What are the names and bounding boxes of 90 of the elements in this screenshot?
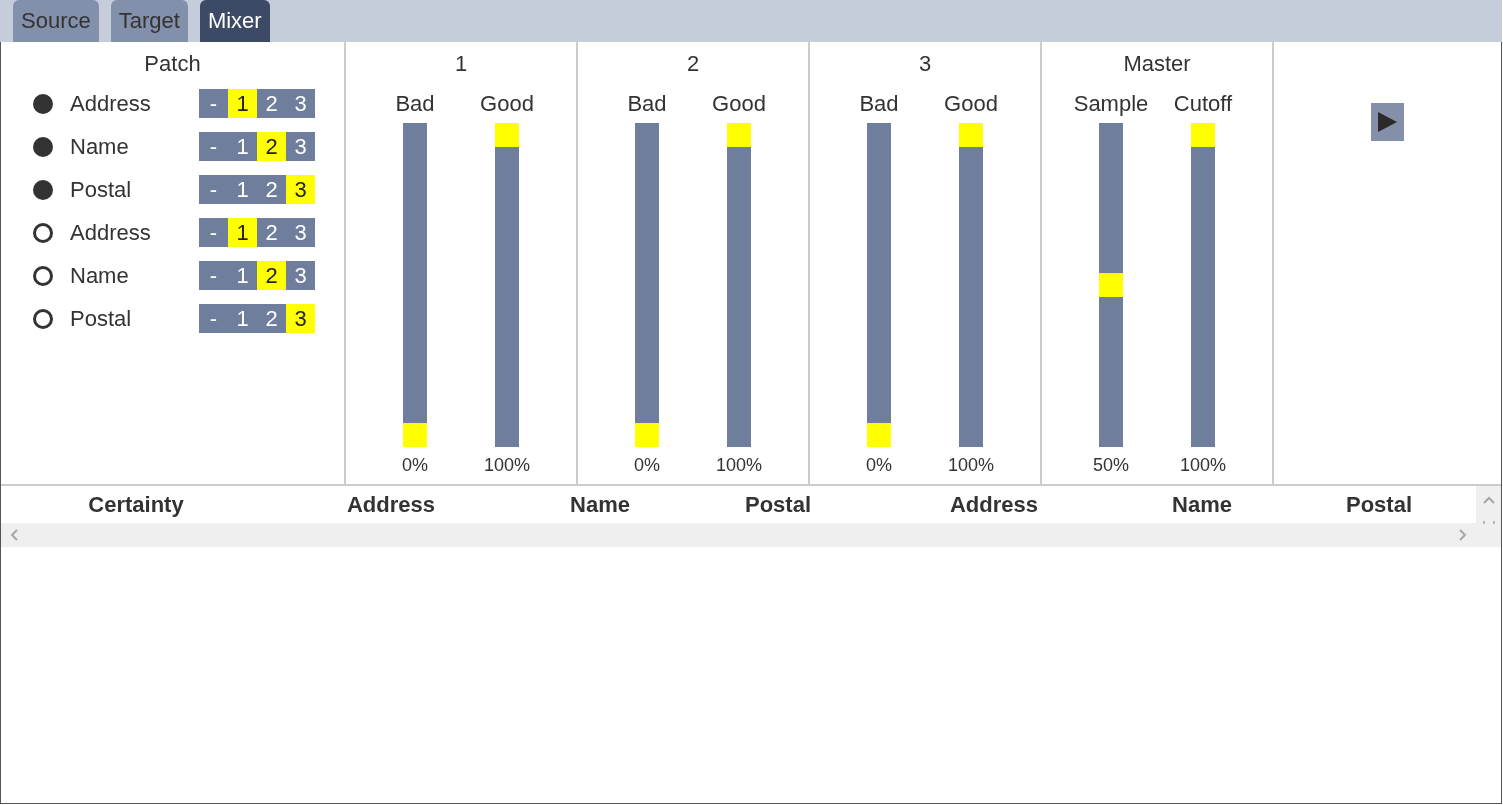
slider-label: Good [944,91,998,117]
slider-thumb[interactable] [1099,273,1123,297]
column-header[interactable]: Postal [1346,491,1412,518]
channel-option[interactable]: 3 [286,261,315,290]
channel-option[interactable]: 2 [257,132,286,161]
chevron-up-icon[interactable] [1482,496,1495,504]
column-header[interactable]: Name [570,491,630,518]
channel-option[interactable]: 2 [257,175,286,204]
slider-track[interactable] [403,123,427,447]
slider-track[interactable] [1191,123,1215,447]
field-label: Address [70,219,152,246]
slider-track[interactable] [867,123,891,447]
slider-thumb[interactable] [959,123,983,147]
slider-label: Good [480,91,534,117]
slider-thumb[interactable] [867,423,891,447]
channel-option[interactable]: 3 [286,304,315,333]
slider-track[interactable] [495,123,519,447]
channel-option[interactable]: 3 [286,175,315,204]
channel-option[interactable]: 1 [228,132,257,161]
slider-thumb[interactable] [1191,123,1215,147]
field-label: Postal [70,176,133,203]
channel-option[interactable]: 1 [228,175,257,204]
section-title: 1 [454,51,468,77]
slider-value: 100% [483,454,530,476]
tab[interactable]: Source [13,0,99,42]
channel-option[interactable]: 1 [228,218,257,247]
play-button[interactable] [1371,103,1404,141]
slider-track[interactable] [727,123,751,447]
channel-option[interactable]: 2 [257,304,286,333]
slider-value: 0% [634,454,660,476]
column-header[interactable]: Address [949,491,1038,518]
radio-button[interactable] [33,136,53,157]
radio-button[interactable] [33,179,53,200]
section-title: Patch [144,51,201,77]
tab[interactable]: Mixer [199,0,270,42]
slider-value: 100% [715,454,762,476]
channel-option[interactable]: 3 [286,89,315,118]
channel-option[interactable]: - [199,89,228,118]
channel-option[interactable]: 1 [228,261,257,290]
channel-option[interactable]: - [199,261,228,290]
slider-label: Sample [1073,91,1149,117]
slider-track[interactable] [1099,123,1123,447]
slider-value: 0% [402,454,428,476]
radio-button[interactable] [33,308,53,329]
column-header[interactable]: Certainty [88,491,184,518]
slider-value: 0% [866,454,892,476]
slider-thumb[interactable] [403,423,427,447]
column-header[interactable]: Address [346,491,435,518]
channel-option[interactable]: 3 [286,132,315,161]
section-title: 2 [686,51,700,77]
channel-option[interactable]: - [199,132,228,161]
channel-option[interactable]: 2 [257,261,286,290]
channel-option[interactable]: 2 [257,218,286,247]
column-header[interactable]: Postal [745,491,811,518]
field-label: Name [70,133,130,160]
channel-option[interactable]: 2 [257,89,286,118]
radio-button[interactable] [33,93,53,114]
play-icon [1378,112,1397,132]
slider-label: Good [712,91,766,117]
channel-option[interactable]: - [199,218,228,247]
slider-label: Bad [627,91,667,117]
slider-track[interactable] [635,123,659,447]
channel-option[interactable]: 1 [228,304,257,333]
channel-option[interactable]: - [199,175,228,204]
radio-button[interactable] [33,265,53,286]
slider-label: Bad [395,91,435,117]
channel-option[interactable]: 1 [228,89,257,118]
slider-thumb[interactable] [727,123,751,147]
slider-value: 50% [1093,454,1129,476]
column-header[interactable]: Name [1172,491,1232,518]
slider-thumb[interactable] [635,423,659,447]
channel-option[interactable]: 3 [286,218,315,247]
slider-thumb[interactable] [495,123,519,147]
radio-button[interactable] [33,222,53,243]
field-label: Postal [70,305,133,332]
section-title: Master [1123,51,1191,77]
section-title: 3 [918,51,932,77]
field-label: Address [70,90,152,117]
slider-label: Cutoff [1173,91,1233,117]
chevron-right-icon[interactable] [1459,529,1467,541]
vertical-scrollbar[interactable] [1476,486,1501,547]
slider-value: 100% [947,454,994,476]
channel-option[interactable]: - [199,304,228,333]
field-label: Name [70,262,130,289]
tab[interactable]: Target [110,0,188,42]
slider-value: 100% [1179,454,1226,476]
slider-label: Bad [859,91,899,117]
slider-track[interactable] [959,123,983,447]
horizontal-scrollbar[interactable] [1,523,1476,547]
chevron-left-icon[interactable] [10,529,18,541]
